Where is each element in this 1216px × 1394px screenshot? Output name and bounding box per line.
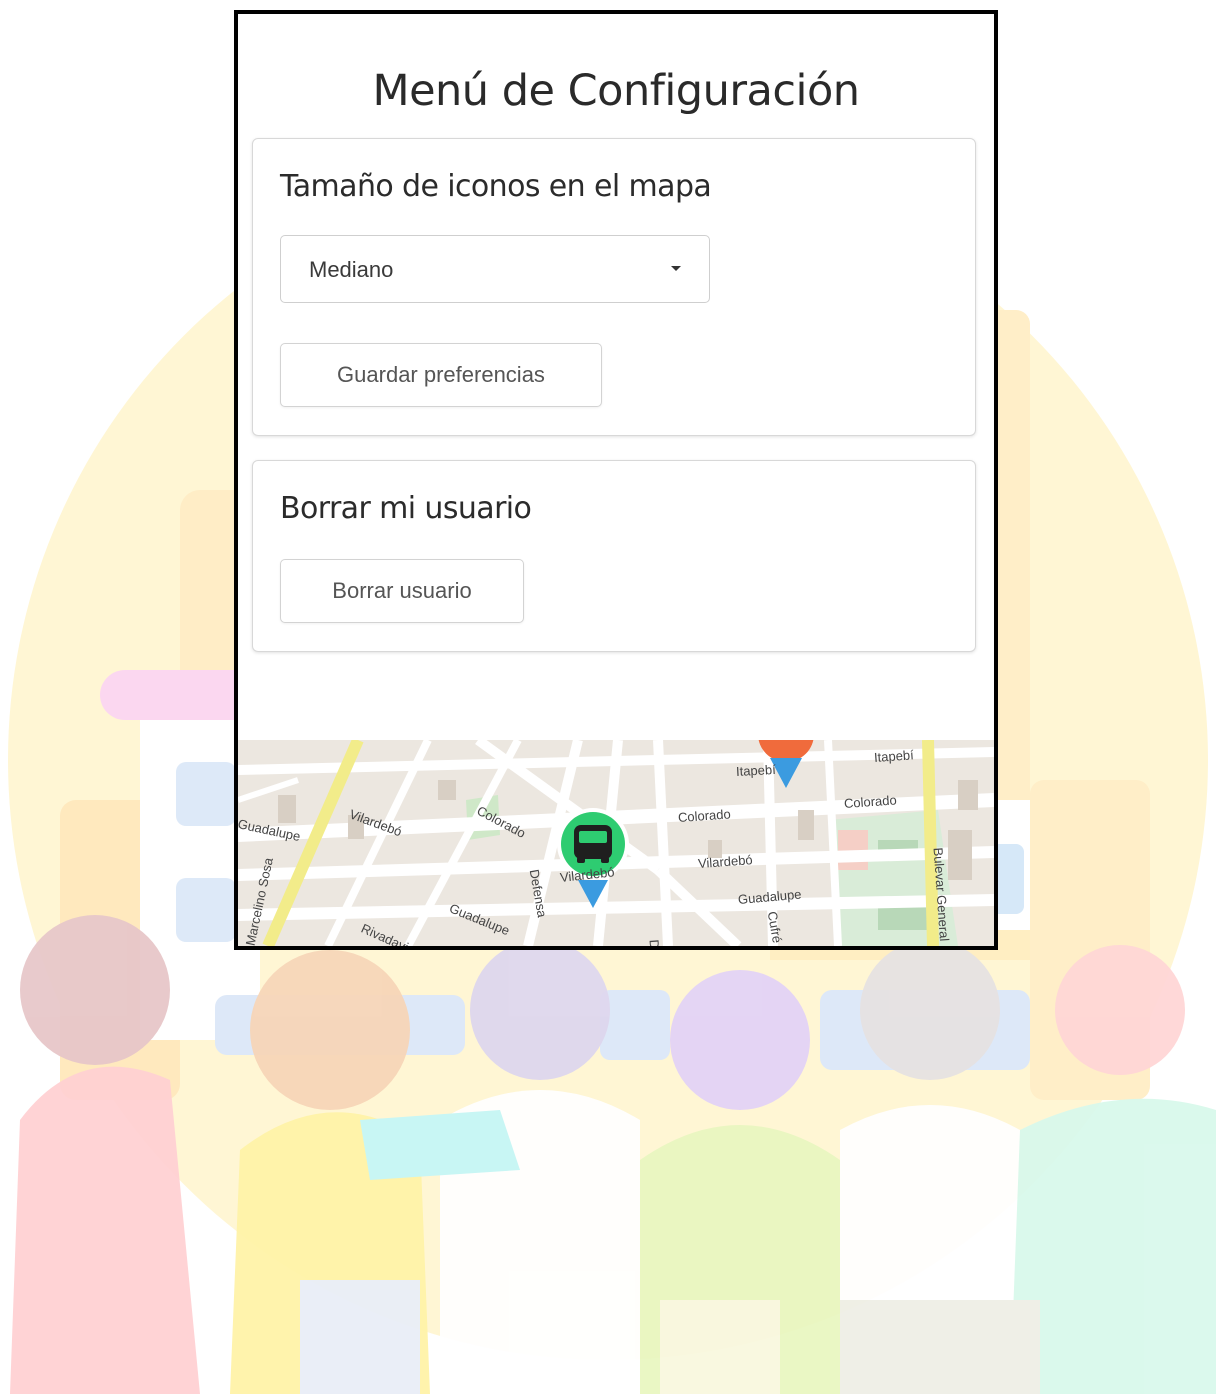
street-label: Itapebí — [873, 747, 915, 765]
delete-user-button[interactable]: Borrar usuario — [280, 559, 524, 623]
page-title: Menú de Configuración — [372, 66, 860, 116]
chevron-down-icon — [671, 266, 681, 271]
icon-size-select[interactable]: Mediano — [280, 235, 710, 303]
settings-panel: Menú de Configuración Tamaño de iconos e… — [234, 10, 998, 950]
icon-size-select-value: Mediano — [309, 257, 394, 282]
street-label: Do — [647, 939, 663, 946]
save-preferences-button[interactable]: Guardar preferencias — [280, 343, 602, 407]
map-view[interactable]: Vilardebó Colorado Colorado Colorado Vil… — [238, 740, 994, 946]
street-label: Itapebí — [735, 761, 777, 779]
map-streets — [238, 740, 994, 946]
icon-size-heading: Tamaño de iconos en el mapa — [280, 169, 712, 204]
icon-size-card: Tamaño de iconos en el mapa Mediano Guar… — [252, 138, 976, 436]
delete-user-heading: Borrar mi usuario — [280, 491, 532, 526]
delete-user-card: Borrar mi usuario Borrar usuario — [252, 460, 976, 652]
